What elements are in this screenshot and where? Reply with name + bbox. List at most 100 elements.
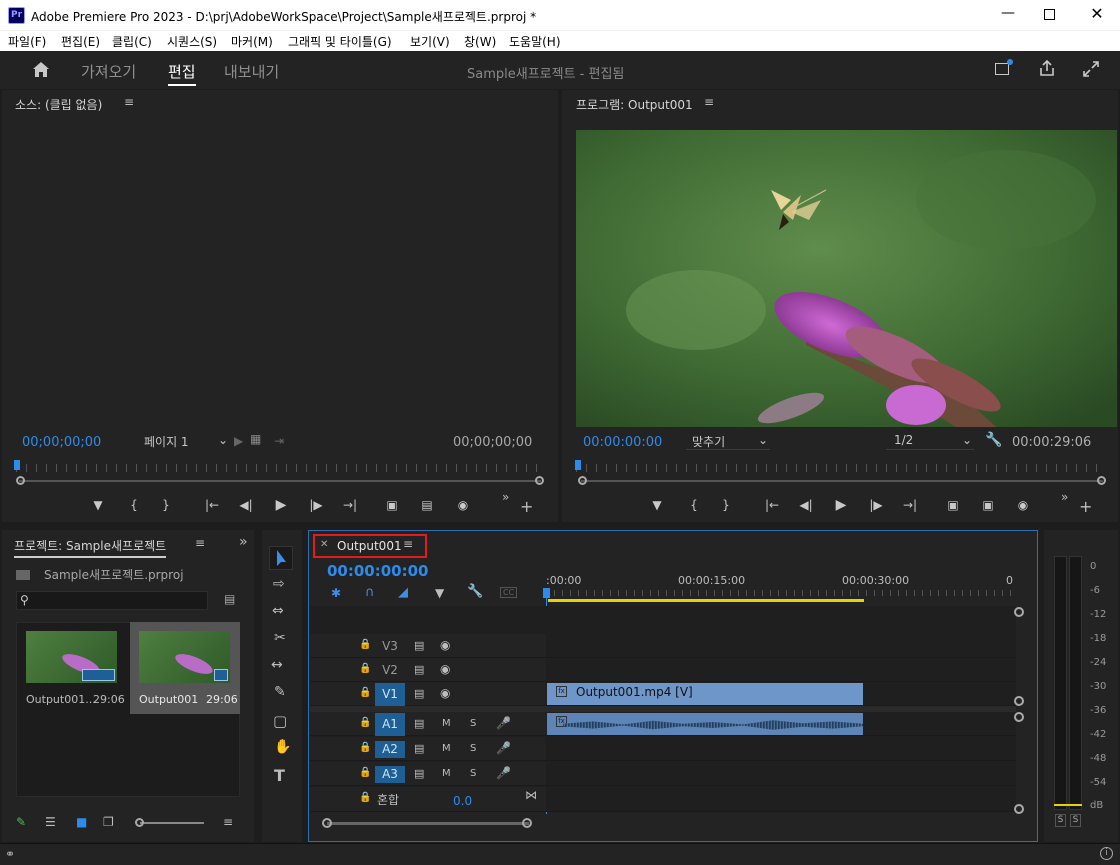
camera-icon[interactable]: ◉ <box>452 495 474 515</box>
thumbnail-size-slider[interactable] <box>140 822 204 824</box>
step-forward-icon[interactable]: |▶ <box>305 495 327 515</box>
more-icon[interactable]: » <box>1061 490 1068 504</box>
media-item[interactable]: Output001... 29:06 <box>16 622 130 714</box>
minimize-icon[interactable]: — <box>998 5 1018 25</box>
work-area-bar[interactable] <box>548 599 864 602</box>
page-select[interactable]: 페이지 1 ⌄ <box>144 433 230 450</box>
slip-icon[interactable]: ↔ <box>271 657 283 673</box>
go-to-in-icon[interactable]: |← <box>761 495 783 515</box>
track-label-a1[interactable]: A1 <box>375 713 405 736</box>
lock-icon[interactable]: 🔒 <box>359 639 371 650</box>
track-label-a3[interactable]: A3 <box>375 766 405 783</box>
eye-icon[interactable]: ◉ <box>440 638 450 652</box>
track-lane-v3[interactable] <box>546 634 1016 658</box>
lock-icon[interactable]: 🔒 <box>359 767 371 778</box>
video-clip[interactable]: fx Output001.mp4 [V] <box>547 683 863 705</box>
program-timecode[interactable]: 00:00:00:00 <box>583 435 662 450</box>
freeform-view-icon[interactable]: ❐ <box>103 815 114 829</box>
mix-toggle-icon[interactable]: ⋈ <box>525 788 537 802</box>
list-view-icon[interactable]: ☰ <box>45 815 56 829</box>
program-zoom-bar[interactable] <box>581 480 1103 482</box>
program-ruler[interactable] <box>576 464 1104 472</box>
panel-menu-icon[interactable]: ≡ <box>124 95 134 109</box>
track-label-v2[interactable]: V2 <box>375 662 405 679</box>
menu-marker[interactable]: 마커(M) <box>231 33 273 50</box>
track-lane-mix[interactable] <box>546 787 1016 812</box>
fit-select[interactable]: 맞추기 ⌄ <box>686 433 770 450</box>
scroll-handle[interactable] <box>1014 804 1024 814</box>
microphone-icon[interactable]: 🎤 <box>496 741 511 755</box>
sync-lock-icon[interactable]: ▤ <box>414 767 424 780</box>
solo-button[interactable]: S <box>470 743 476 754</box>
rectangle-icon[interactable]: ▢ <box>273 712 287 730</box>
lock-icon[interactable]: 🔒 <box>359 663 371 674</box>
film-icon[interactable]: ▦ <box>250 432 261 446</box>
program-panel-title[interactable]: 프로그램: Output001 <box>576 96 693 113</box>
captions-icon[interactable]: CC <box>500 587 518 598</box>
media-item-selected[interactable]: Output001 29:06 <box>130 622 240 714</box>
wrench-icon[interactable]: 🔧 <box>985 432 1002 448</box>
zoom-handle-left[interactable] <box>578 476 587 485</box>
media-thumbnail[interactable] <box>26 631 117 683</box>
microphone-icon[interactable]: 🎤 <box>496 716 511 730</box>
microphone-icon[interactable]: 🎤 <box>496 766 511 780</box>
scroll-handle[interactable] <box>1014 712 1024 722</box>
sync-lock-icon[interactable]: ▤ <box>414 742 424 755</box>
zoom-handle-right[interactable] <box>535 476 544 485</box>
scroll-handle[interactable] <box>1014 696 1024 706</box>
mark-in-icon[interactable]: { <box>123 495 145 515</box>
lock-icon[interactable]: 🔒 <box>359 742 371 753</box>
close-icon[interactable]: ✕ <box>1087 4 1107 24</box>
mute-button[interactable]: M <box>442 768 451 779</box>
mark-in-icon[interactable]: { <box>683 495 705 515</box>
ripple-edit-icon[interactable]: ⇔ <box>272 603 284 619</box>
pencil-icon[interactable]: ✎ <box>16 815 26 829</box>
lift-icon[interactable]: ▣ <box>942 495 964 515</box>
lock-icon[interactable]: 🔒 <box>359 792 371 803</box>
more-icon[interactable]: » <box>502 490 509 504</box>
track-label-v1[interactable]: V1 <box>375 683 405 706</box>
mix-value[interactable]: 0.0 <box>453 794 472 808</box>
play-arrow-icon[interactable]: ▶ <box>234 434 243 448</box>
type-icon[interactable]: T <box>274 766 285 785</box>
settings-dots-icon[interactable]: ⇥ <box>274 434 284 448</box>
play-icon[interactable]: ▶ <box>830 495 852 515</box>
playhead-marker[interactable] <box>543 588 550 598</box>
step-back-icon[interactable]: ◀| <box>235 495 257 515</box>
creative-cloud-icon[interactable]: ⚭ <box>5 847 15 861</box>
play-icon[interactable]: ▶ <box>270 495 292 515</box>
go-to-out-icon[interactable]: →| <box>339 495 361 515</box>
tab-import[interactable]: 가져오기 <box>81 61 136 82</box>
selection-tool-icon[interactable] <box>269 546 293 570</box>
eye-icon[interactable]: ◉ <box>440 686 450 700</box>
timeline-timecode[interactable]: 00:00:00:00 <box>327 562 429 580</box>
track-label-v3[interactable]: V3 <box>375 638 405 655</box>
project-search-input[interactable]: ⚲ <box>16 591 208 610</box>
scroll-handle[interactable] <box>522 818 532 828</box>
home-icon[interactable] <box>32 61 50 78</box>
wrench-icon[interactable]: 🔧 <box>467 584 483 599</box>
playhead-marker[interactable] <box>14 460 20 470</box>
panel-menu-icon[interactable]: ≡ <box>704 95 714 109</box>
new-bin-icon[interactable]: ▤ <box>224 592 235 606</box>
menu-view[interactable]: 보기(V) <box>410 33 450 50</box>
sync-lock-icon[interactable]: ▤ <box>414 687 424 700</box>
fullscreen-icon[interactable] <box>1083 61 1099 77</box>
sync-lock-icon[interactable]: ▤ <box>414 717 424 730</box>
share-icon[interactable] <box>1039 60 1055 77</box>
source-ruler[interactable] <box>16 464 544 472</box>
menu-file[interactable]: 파일(F) <box>8 33 46 50</box>
solo-left-button[interactable]: S <box>1055 814 1066 827</box>
menu-graphics[interactable]: 그래픽 및 타이틀(G) <box>288 33 392 50</box>
zoom-handle-left[interactable] <box>16 476 25 485</box>
sort-icon[interactable]: ≡ <box>223 815 233 829</box>
timeline-hscroll[interactable] <box>327 822 529 825</box>
step-forward-icon[interactable]: |▶ <box>865 495 887 515</box>
add-marker-icon[interactable]: ▼ <box>646 495 668 515</box>
icon-view-icon[interactable]: ■ <box>76 815 87 829</box>
track-label-a2[interactable]: A2 <box>375 741 405 758</box>
timeline-tab[interactable]: Output001 <box>337 539 402 553</box>
pen-icon[interactable]: ✎ <box>274 684 286 700</box>
marker-icon[interactable]: ▼ <box>435 586 444 600</box>
menu-window[interactable]: 창(W) <box>464 33 496 50</box>
